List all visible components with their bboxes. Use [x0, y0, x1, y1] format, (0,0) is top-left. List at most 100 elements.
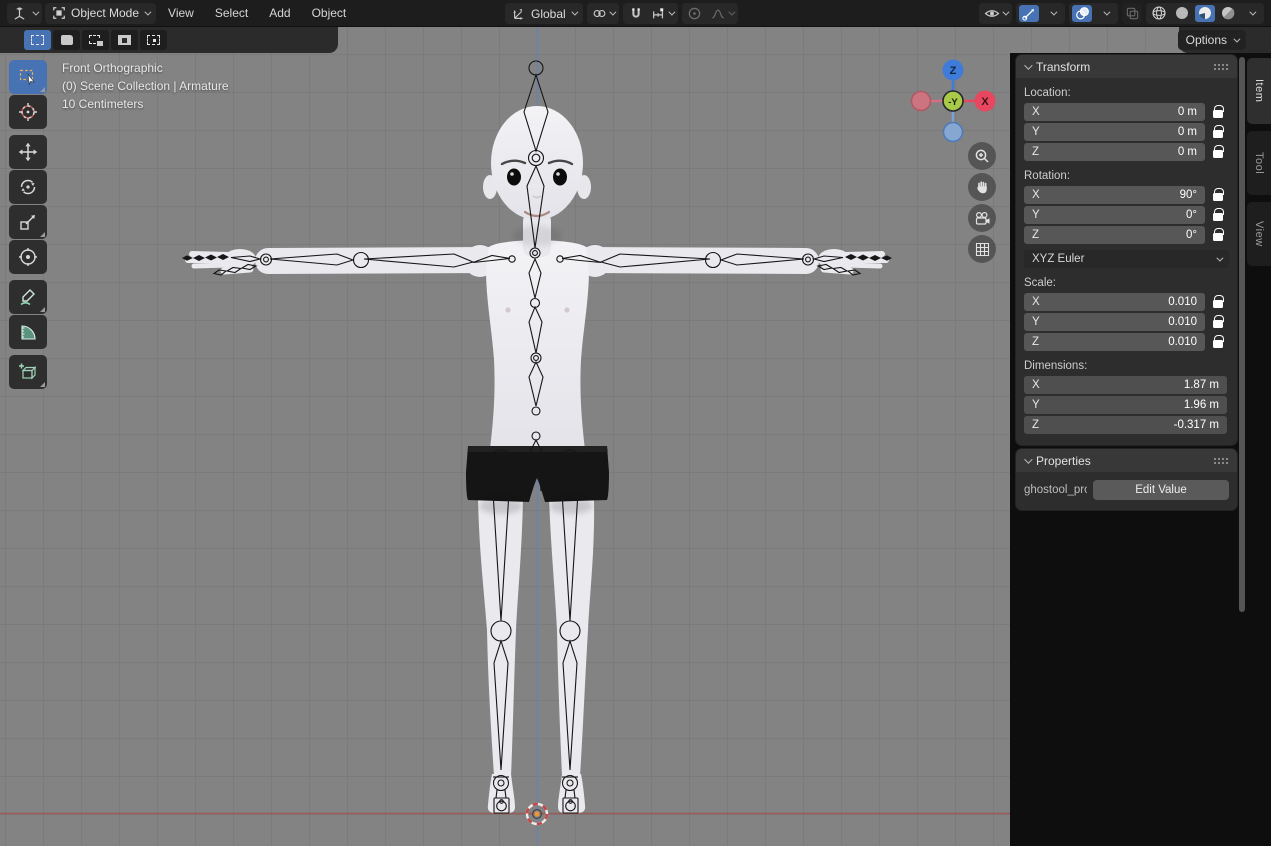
shading-material-button[interactable]	[1195, 5, 1215, 22]
location-z-field[interactable]: Z 0 m	[1024, 143, 1205, 161]
select-mode-invert-button[interactable]	[111, 30, 138, 50]
show-overlays-toggle[interactable]	[1072, 5, 1092, 22]
lock-icon[interactable]	[1213, 213, 1223, 221]
gizmo-axis-z-negative[interactable]	[944, 123, 963, 142]
chevron-down-icon	[1249, 8, 1256, 15]
proportional-falloff-dropdown[interactable]	[708, 5, 735, 22]
rotation-x-row: X 90°	[1024, 186, 1231, 204]
select-extend-icon	[61, 35, 73, 45]
show-hide-dropdown[interactable]	[982, 5, 1009, 22]
scale-x-field[interactable]: X 0.010	[1024, 293, 1205, 311]
scale-tool-button[interactable]	[9, 205, 47, 239]
rotation-z-field[interactable]: Z 0°	[1024, 226, 1205, 244]
sidebar-scrollbar[interactable]	[1239, 57, 1245, 612]
tool-settings-tab	[0, 27, 338, 53]
tab-tool[interactable]: Tool	[1247, 131, 1271, 195]
snap-group	[623, 3, 678, 24]
panel-grip-icon[interactable]	[1213, 457, 1229, 465]
menu-view[interactable]: View	[159, 3, 203, 24]
xray-icon	[1125, 6, 1140, 21]
chevron-down-icon	[728, 9, 735, 16]
lock-icon[interactable]	[1213, 300, 1223, 308]
view-name-label: Front Orthographic	[62, 59, 229, 77]
rotate-tool-button[interactable]	[9, 170, 47, 204]
toggle-perspective-grid-button[interactable]	[968, 235, 996, 263]
options-button[interactable]: Options	[1178, 30, 1246, 50]
pivot-point-button[interactable]	[590, 5, 616, 22]
overlays-dropdown[interactable]	[1095, 5, 1115, 22]
mode-dropdown[interactable]: Object Mode	[45, 3, 156, 24]
lock-icon[interactable]	[1213, 150, 1223, 158]
rotation-mode-dropdown[interactable]: XYZ Euler	[1024, 250, 1229, 268]
lock-icon[interactable]	[1213, 110, 1223, 118]
gizmo-x-label: X	[981, 96, 989, 108]
header-right-cluster	[979, 3, 1264, 24]
location-x-field[interactable]: X 0 m	[1024, 103, 1205, 121]
edit-value-button[interactable]: Edit Value	[1093, 480, 1229, 500]
properties-panel-header[interactable]: Properties	[1016, 449, 1237, 472]
shading-dropdown[interactable]	[1241, 5, 1261, 22]
proportional-edit-button[interactable]	[685, 5, 705, 22]
collapse-chevron-icon	[1024, 61, 1032, 69]
scale-label: Scale:	[1024, 277, 1229, 289]
properties-panel-title: Properties	[1036, 454, 1091, 468]
menu-select[interactable]: Select	[206, 3, 257, 24]
shading-wireframe-button[interactable]	[1149, 5, 1169, 22]
rotation-x-field[interactable]: X 90°	[1024, 186, 1205, 204]
measure-tool-button[interactable]	[9, 315, 47, 349]
dimensions-z-field[interactable]: Z -0.317 m	[1024, 416, 1227, 434]
navigation-gizmo[interactable]: Z X -Y	[903, 51, 1003, 151]
shading-solid-button[interactable]	[1172, 5, 1192, 22]
snap-target-dropdown[interactable]	[649, 5, 675, 22]
gizmo-axis-x-negative[interactable]	[912, 92, 931, 111]
scale-z-field[interactable]: Z 0.010	[1024, 333, 1205, 351]
wireframe-sphere-icon	[1151, 5, 1167, 21]
lock-icon[interactable]	[1213, 130, 1223, 138]
transform-panel-header[interactable]: Transform	[1016, 55, 1237, 78]
select-box-tool-button[interactable]	[9, 60, 47, 94]
select-mode-new-button[interactable]	[24, 30, 51, 50]
lock-icon[interactable]	[1213, 340, 1223, 348]
annotate-tool-button[interactable]	[9, 280, 47, 314]
tab-view[interactable]: View	[1247, 202, 1271, 266]
tab-item[interactable]: Item	[1247, 58, 1271, 124]
snap-increment-icon	[651, 7, 666, 21]
menu-add[interactable]: Add	[260, 3, 299, 24]
xray-toggle[interactable]	[1122, 3, 1142, 24]
location-x-row: X 0 m	[1024, 103, 1231, 121]
editor-type-button[interactable]	[7, 3, 42, 24]
active-object-label: (0) Scene Collection | Armature	[62, 77, 229, 95]
orientation-dropdown[interactable]: Global	[505, 3, 583, 24]
gizmo-dropdown[interactable]	[1042, 5, 1062, 22]
pan-button[interactable]	[968, 173, 996, 201]
lock-icon[interactable]	[1213, 193, 1223, 201]
rotation-y-field[interactable]: Y 0°	[1024, 206, 1205, 224]
pivot-point-icon	[592, 6, 607, 21]
zoom-button[interactable]	[968, 142, 996, 170]
location-y-field[interactable]: Y 0 m	[1024, 123, 1205, 141]
dimensions-x-field[interactable]: X 1.87 m	[1024, 376, 1227, 394]
add-primitive-tool-button[interactable]	[9, 355, 47, 389]
transform-icon	[18, 247, 38, 267]
menu-object[interactable]: Object	[303, 3, 356, 24]
move-tool-button[interactable]	[9, 135, 47, 169]
dimensions-y-field[interactable]: Y 1.96 m	[1024, 396, 1227, 414]
cursor-tool-button[interactable]	[9, 95, 47, 129]
select-mode-subtract-button[interactable]	[82, 30, 109, 50]
shading-rendered-button[interactable]	[1218, 5, 1238, 22]
camera-view-button[interactable]	[968, 204, 996, 232]
select-mode-intersect-button[interactable]	[140, 30, 167, 50]
object-mode-icon	[52, 6, 66, 20]
chevron-down-icon	[1002, 8, 1009, 15]
show-gizmo-toggle[interactable]	[1019, 5, 1039, 22]
select-new-icon	[31, 35, 44, 45]
scale-y-field[interactable]: Y 0.010	[1024, 313, 1205, 331]
transform-tool-button[interactable]	[9, 240, 47, 274]
snap-toggle-button[interactable]	[626, 5, 646, 22]
gizmo-neg-y-label: -Y	[948, 97, 958, 108]
lock-icon[interactable]	[1213, 320, 1223, 328]
lock-icon[interactable]	[1213, 233, 1223, 241]
select-mode-extend-button[interactable]	[53, 30, 80, 50]
grid-icon	[975, 242, 990, 257]
panel-grip-icon[interactable]	[1213, 63, 1229, 71]
